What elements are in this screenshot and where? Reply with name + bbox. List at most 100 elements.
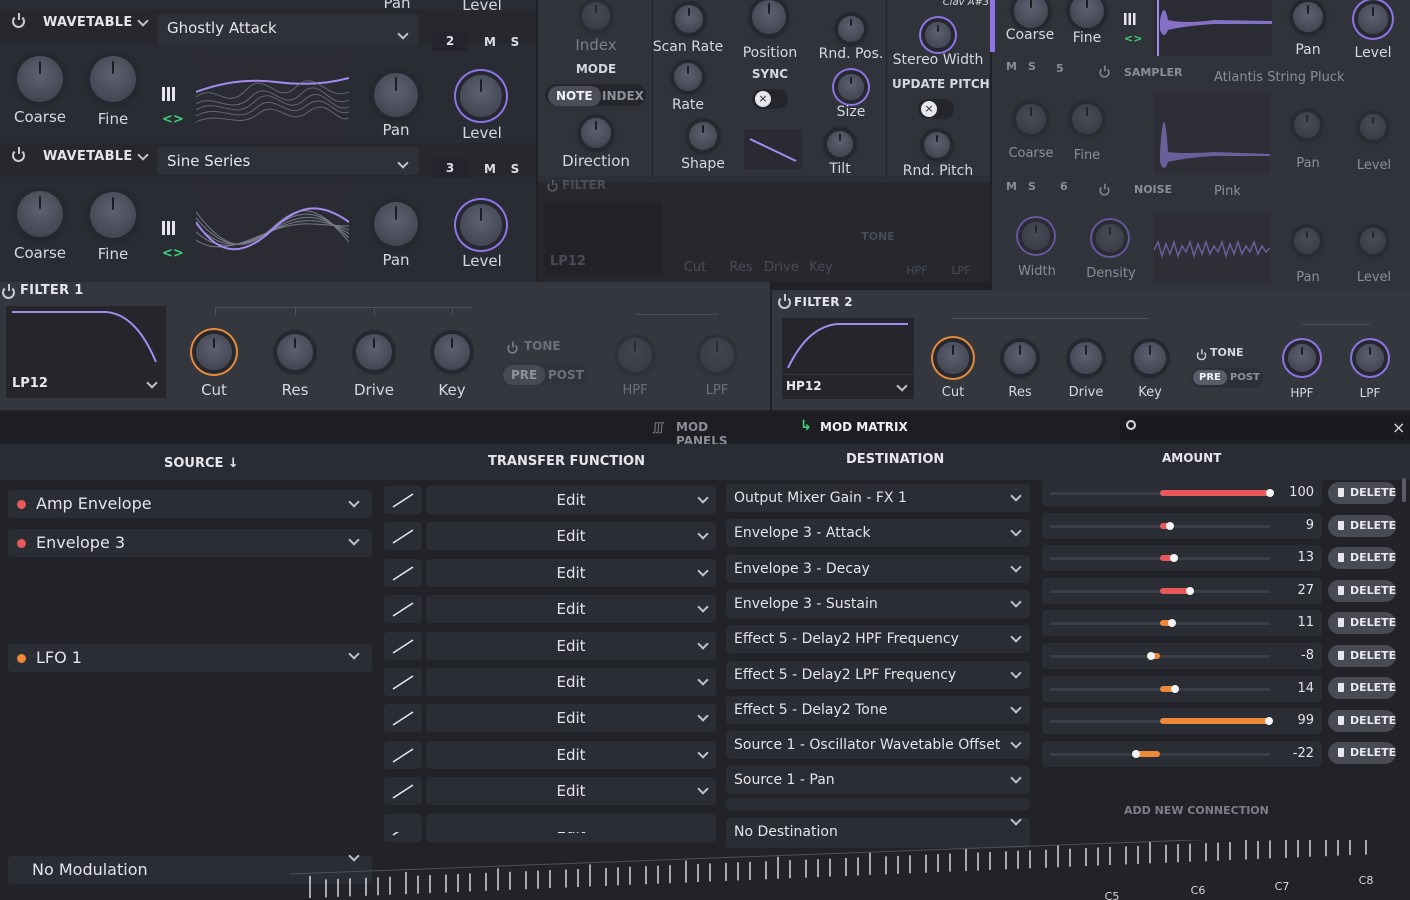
destination-chevron-icon[interactable]: [1010, 560, 1022, 573]
matrix-scrollbar[interactable]: [1402, 478, 1406, 502]
transfer-curve-icon[interactable]: [384, 486, 422, 514]
osc1-power-icon[interactable]: [12, 13, 25, 28]
delete-button[interactable]: DELETE: [1328, 482, 1396, 504]
destination-select[interactable]: Source 1 - Pan: [726, 766, 1030, 795]
update-pitch-toggle[interactable]: ×: [918, 99, 954, 119]
osc-r3-density-knob[interactable]: [1096, 224, 1124, 252]
osc2-preset-select[interactable]: Sine Series: [157, 147, 419, 175]
amount-slider[interactable]: -22: [1042, 740, 1322, 767]
filter1-hpf-knob[interactable]: [618, 338, 652, 372]
amount-handle[interactable]: [1170, 554, 1179, 563]
filter2-pre-button[interactable]: PRE: [1193, 370, 1227, 385]
amount-slider[interactable]: 11: [1042, 610, 1322, 637]
transfer-edit-button[interactable]: Edit: [426, 777, 716, 806]
osc-r2-solo[interactable]: S: [1028, 60, 1036, 73]
osc2-mute-button[interactable]: M: [480, 160, 500, 178]
transfer-row[interactable]: Edit: [384, 486, 716, 514]
transfer-curve-icon[interactable]: [384, 595, 422, 624]
osc2-keytrack-icon[interactable]: [162, 220, 176, 235]
transfer-row[interactable]: Edit: [384, 704, 716, 733]
transfer-curve-icon[interactable]: [384, 740, 422, 769]
destination-chevron-icon[interactable]: [1010, 525, 1022, 537]
delete-button[interactable]: DELETE: [1328, 514, 1396, 537]
shape-knob[interactable]: [689, 122, 717, 150]
delete-button[interactable]: DELETE: [1328, 742, 1396, 764]
transfer-row[interactable]: Edit: [384, 777, 716, 806]
filter2-hpf-knob[interactable]: [1288, 344, 1316, 372]
amount-slider[interactable]: 27: [1042, 577, 1322, 604]
osc-r2-power-icon[interactable]: [1099, 65, 1110, 78]
search-close-icon[interactable]: ×: [1392, 418, 1405, 437]
filter1-cut-knob[interactable]: [196, 334, 232, 370]
transfer-curve-icon[interactable]: [384, 777, 422, 806]
direction-knob[interactable]: [581, 118, 611, 148]
transfer-curve-icon[interactable]: [384, 631, 422, 660]
size-knob[interactable]: [838, 74, 864, 100]
osc-r2-coarse-knob[interactable]: [1016, 104, 1046, 134]
destination-row-partial[interactable]: [726, 798, 1030, 810]
mod-matrix-tab[interactable]: ↳ MOD MATRIX: [798, 418, 908, 438]
transfer-edit-button[interactable]: Edit: [426, 631, 716, 660]
osc1-solo-button[interactable]: S: [505, 33, 525, 51]
osc1-pan-knob[interactable]: [374, 73, 418, 117]
transfer-row[interactable]: Edit: [384, 631, 716, 660]
rate-knob[interactable]: [674, 63, 702, 91]
amount-slider[interactable]: 9: [1042, 512, 1322, 539]
amount-slider[interactable]: 100: [1042, 480, 1322, 506]
osc-r1-keytrack-icon[interactable]: [1124, 10, 1136, 25]
destination-chevron-icon[interactable]: [1010, 631, 1022, 643]
transfer-edit-button[interactable]: Edit: [426, 486, 716, 514]
amount-slider[interactable]: 99: [1042, 708, 1322, 735]
index-knob[interactable]: [582, 2, 610, 30]
amount-handle[interactable]: [1168, 619, 1177, 628]
osc-r3-level-knob[interactable]: [1360, 228, 1386, 254]
transfer-row[interactable]: Edit: [384, 595, 716, 624]
destination-select[interactable]: Envelope 3 - Sustain: [726, 589, 1030, 618]
osc-r3-pan-knob[interactable]: [1294, 228, 1320, 254]
amount-handle[interactable]: [1185, 586, 1194, 595]
amount-handle[interactable]: [1165, 521, 1174, 530]
destination-select[interactable]: Effect 5 - Delay2 HPF Frequency: [726, 625, 1030, 654]
amount-slider[interactable]: 13: [1042, 545, 1322, 572]
osc-r2-level-knob[interactable]: [1360, 114, 1386, 140]
transfer-edit-button[interactable]: Edit: [426, 558, 716, 587]
source-select-envelope-3[interactable]: Envelope 3: [8, 529, 372, 557]
osc2-level-knob[interactable]: [460, 204, 502, 246]
osc1-fine-knob[interactable]: [90, 56, 136, 102]
delete-button[interactable]: DELETE: [1328, 579, 1396, 602]
transfer-curve-icon[interactable]: [384, 558, 422, 587]
source-select-amp-envelope[interactable]: Amp Envelope: [8, 490, 372, 518]
osc1-level-knob[interactable]: [460, 75, 502, 117]
osc2-solo-button[interactable]: S: [505, 160, 525, 178]
osc-r1-level-knob[interactable]: [1358, 4, 1388, 34]
matrix-search-input[interactable]: [1120, 416, 1410, 440]
filter2-res-knob[interactable]: [1004, 342, 1036, 374]
delete-button[interactable]: DELETE: [1328, 547, 1396, 569]
osc1-preset-select[interactable]: Ghostly Attack: [157, 14, 419, 44]
rnd-pitch-knob[interactable]: [924, 132, 950, 158]
rnd-pos-knob[interactable]: [838, 16, 864, 42]
osc-r3-preset[interactable]: Pink: [1214, 184, 1241, 199]
osc-r2-pan-knob[interactable]: [1294, 112, 1320, 138]
filter1-type-select[interactable]: LP12: [6, 372, 166, 398]
filter2-key-knob[interactable]: [1134, 342, 1166, 374]
delete-button[interactable]: DELETE: [1328, 644, 1396, 667]
filter2-power-icon[interactable]: [778, 294, 791, 309]
stereo-width-knob[interactable]: [925, 22, 951, 48]
transfer-curve-icon[interactable]: [384, 522, 422, 551]
destination-select[interactable]: Effect 5 - Delay2 Tone: [726, 695, 1030, 724]
filter2-drive-knob[interactable]: [1070, 342, 1102, 374]
amount-handle[interactable]: [1131, 749, 1140, 758]
filter2-tone-power-icon[interactable]: [1196, 349, 1207, 361]
add-new-connection-button[interactable]: ADD NEW CONNECTION: [1124, 804, 1269, 817]
filter1-post-button[interactable]: POST: [540, 365, 592, 385]
destination-select[interactable]: Envelope 3 - Attack: [726, 519, 1030, 548]
filter2-lpf-knob[interactable]: [1356, 344, 1384, 372]
osc-r3-mute[interactable]: M: [1006, 180, 1017, 193]
transfer-row-partial[interactable]: [384, 816, 714, 832]
amount-handle[interactable]: [1266, 489, 1274, 497]
osc-r3-type[interactable]: NOISE: [1134, 183, 1172, 196]
filter1-power-icon[interactable]: [2, 284, 15, 299]
transfer-edit-button[interactable]: [426, 816, 714, 832]
delete-button[interactable]: DELETE: [1328, 612, 1396, 634]
